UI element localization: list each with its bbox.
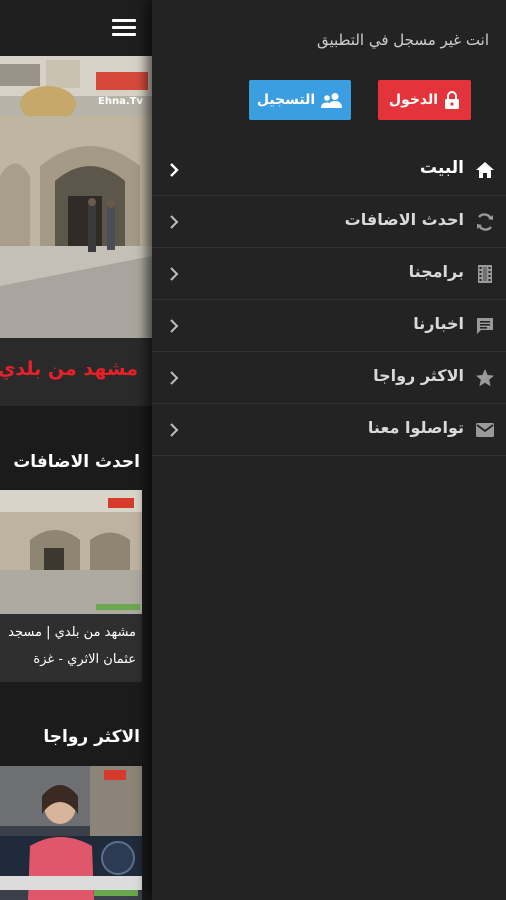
nav-item-label: تواصلوا معنا bbox=[367, 418, 464, 437]
users-icon bbox=[321, 93, 343, 108]
watermark-text: Ehna.Tv bbox=[98, 96, 143, 107]
nav-item-home[interactable]: البيت bbox=[152, 144, 506, 196]
hero-caption: مشهد من بلدي bbox=[0, 358, 138, 380]
nav-item-contact[interactable]: تواصلوا معنا bbox=[152, 404, 506, 456]
star-icon bbox=[476, 369, 494, 387]
refresh-icon bbox=[477, 213, 493, 231]
background-page: Ehna.Tv مشهد من بلدي احدث الاضافات مشهد … bbox=[0, 0, 152, 900]
register-button[interactable]: التسجيل bbox=[249, 80, 351, 120]
nav-item-label: احدث الاضافات bbox=[344, 210, 464, 229]
video-thumbnail bbox=[0, 490, 142, 614]
navigation-drawer: انت غير مسجل في التطبيق الدخول التسجيل ا… bbox=[152, 0, 506, 900]
chevron-right-icon bbox=[170, 215, 179, 229]
nav-item-label: البيت bbox=[419, 158, 464, 178]
nav-item-programs[interactable]: برامجنا bbox=[152, 248, 506, 300]
guest-notice: انت غير مسجل في التطبيق bbox=[316, 31, 489, 49]
section-heading-popular: الاكثر رواجا bbox=[43, 727, 140, 747]
login-button[interactable]: الدخول bbox=[378, 80, 471, 120]
nav-item-popular[interactable]: الاكثر رواجا bbox=[152, 352, 506, 404]
lock-icon bbox=[445, 91, 460, 109]
mail-icon bbox=[476, 423, 494, 437]
video-title-line-1: مشهد من بلدي | مسجد bbox=[8, 625, 136, 640]
chevron-right-icon bbox=[170, 267, 179, 281]
chevron-right-icon bbox=[170, 163, 179, 177]
nav-item-label: برامجنا bbox=[408, 262, 464, 281]
top-app-bar bbox=[0, 0, 152, 56]
hero-caption-bar[interactable]: مشهد من بلدي bbox=[0, 338, 152, 406]
nav-item-label: اخبارنا bbox=[413, 314, 464, 333]
video-card-popular[interactable] bbox=[0, 766, 142, 900]
home-icon bbox=[476, 162, 494, 178]
nav-item-label: الاكثر رواجا bbox=[373, 366, 464, 385]
login-label: الدخول bbox=[388, 92, 439, 108]
register-label: التسجيل bbox=[256, 92, 316, 108]
chat-icon bbox=[477, 318, 493, 334]
hero-image[interactable]: Ehna.Tv bbox=[0, 56, 152, 338]
nav-item-news[interactable]: اخبارنا bbox=[152, 300, 506, 352]
nav-item-latest[interactable]: احدث الاضافات bbox=[152, 196, 506, 248]
video-card[interactable]: مشهد من بلدي | مسجد عثمان الاثري - غزة bbox=[0, 490, 142, 682]
hamburger-menu-icon[interactable] bbox=[110, 17, 138, 39]
chevron-right-icon bbox=[170, 371, 179, 385]
video-title-line-2: عثمان الاثري - غزة bbox=[33, 652, 136, 667]
film-icon bbox=[478, 265, 492, 283]
nav-list: البيت احدث الاضافات برامجنا اخبارنا الاك… bbox=[152, 144, 506, 456]
chevron-right-icon bbox=[170, 319, 179, 333]
section-heading-latest: احدث الاضافات bbox=[13, 452, 140, 472]
chevron-right-icon bbox=[170, 423, 179, 437]
